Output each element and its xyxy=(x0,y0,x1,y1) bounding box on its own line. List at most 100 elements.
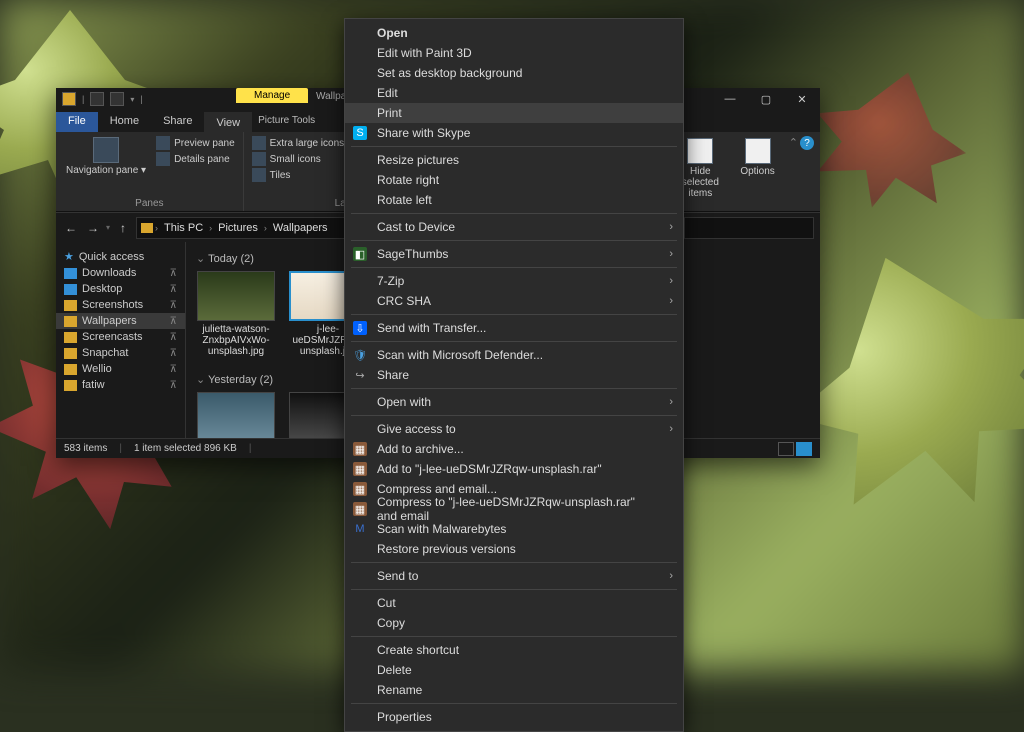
navigation-tree[interactable]: ★ Quick access Downloads⊼Desktop⊼Screens… xyxy=(56,242,186,438)
menu-item[interactable]: Rename xyxy=(345,680,683,700)
menu-item[interactable]: Open xyxy=(345,23,683,43)
label: Wallpapers xyxy=(82,315,137,327)
label: Navigation pane ▾ xyxy=(66,165,146,176)
menu-item-icon: ▦ xyxy=(353,482,367,496)
menu-item[interactable]: Edit xyxy=(345,83,683,103)
details-view-icon[interactable] xyxy=(778,442,794,456)
close-button[interactable]: ✕ xyxy=(784,88,820,110)
search-input[interactable] xyxy=(684,217,814,239)
menu-item[interactable]: Rotate right xyxy=(345,170,683,190)
chevron-right-icon[interactable]: › xyxy=(209,223,212,233)
menu-item-label: Open xyxy=(377,26,408,40)
large-icons-view-icon[interactable] xyxy=(796,442,812,456)
menu-item[interactable]: Open with› xyxy=(345,392,683,412)
options-button[interactable]: Options xyxy=(736,136,778,179)
menu-item-icon: ▦ xyxy=(353,502,367,516)
menu-item-icon: ▦ xyxy=(353,442,367,456)
menu-item[interactable]: 7-Zip› xyxy=(345,271,683,291)
menu-item[interactable]: ↪Share xyxy=(345,365,683,385)
menu-item[interactable]: Cast to Device› xyxy=(345,217,683,237)
file-thumbnail[interactable] xyxy=(196,392,276,438)
pin-icon[interactable]: ⊼ xyxy=(170,300,177,311)
tree-item[interactable]: Wellio ⊼ xyxy=(56,361,185,377)
menu-item[interactable]: ◧SageThumbs› xyxy=(345,244,683,264)
tree-item[interactable]: Screenshots⊼ xyxy=(56,297,185,313)
menu-item-label: Scan with Malwarebytes xyxy=(377,522,506,536)
menu-item[interactable]: Rotate left xyxy=(345,190,683,210)
menu-item-icon: S xyxy=(353,126,367,140)
pin-icon[interactable]: ⊼ xyxy=(170,284,177,295)
menu-item[interactable]: CRC SHA› xyxy=(345,291,683,311)
menu-item[interactable]: Delete xyxy=(345,660,683,680)
up-button[interactable]: ↑ xyxy=(114,219,132,237)
pin-icon[interactable]: ⊼ xyxy=(170,364,177,375)
menu-item[interactable]: MScan with Malwarebytes xyxy=(345,519,683,539)
pin-icon[interactable]: ⊼ xyxy=(170,380,177,391)
menu-item[interactable]: Edit with Paint 3D xyxy=(345,43,683,63)
menu-item[interactable]: 🛡Scan with Microsoft Defender... xyxy=(345,345,683,365)
menu-item[interactable]: ▦Add to "j-lee-ueDSMrJZRqw-unsplash.rar" xyxy=(345,459,683,479)
label: Wellio xyxy=(82,363,112,375)
pin-icon[interactable]: ⊼ xyxy=(170,268,177,279)
menu-separator xyxy=(351,636,677,637)
menu-item-label: Send to xyxy=(377,569,418,583)
file-thumbnail[interactable]: julietta-watson-ZnxbpAIVxWo-unsplash.jpg xyxy=(196,271,276,357)
qat-button[interactable] xyxy=(90,92,104,106)
tab-home[interactable]: Home xyxy=(98,112,151,132)
menu-item[interactable]: Print xyxy=(345,103,683,123)
menu-item[interactable]: ▦Add to archive... xyxy=(345,439,683,459)
manage-contextual-tab[interactable]: Manage xyxy=(236,88,308,103)
chevron-right-icon[interactable]: › xyxy=(264,223,267,233)
menu-item-label: Set as desktop background xyxy=(377,66,522,80)
pin-icon[interactable]: ⊼ xyxy=(170,332,177,343)
tree-item[interactable]: Snapchat⊼ xyxy=(56,345,185,361)
minimize-button[interactable]: — xyxy=(712,88,748,110)
menu-item[interactable]: Copy xyxy=(345,613,683,633)
menu-item[interactable]: Restore previous versions xyxy=(345,539,683,559)
tree-item[interactable]: fatiw⊼ xyxy=(56,377,185,393)
menu-item[interactable]: Give access to› xyxy=(345,419,683,439)
menu-item[interactable]: Create shortcut xyxy=(345,640,683,660)
qat-dropdown-icon[interactable]: ▾ xyxy=(130,95,134,104)
menu-item-label: SageThumbs xyxy=(377,247,448,261)
tree-quick-access[interactable]: ★ Quick access xyxy=(56,248,185,265)
history-dropdown-icon[interactable]: ▾ xyxy=(106,223,110,232)
tab-view[interactable]: View xyxy=(204,112,252,132)
qat-button[interactable] xyxy=(110,92,124,106)
tab-file[interactable]: File xyxy=(56,112,98,132)
menu-item[interactable]: ⇩Send with Transfer... xyxy=(345,318,683,338)
menu-item[interactable]: Resize pictures xyxy=(345,150,683,170)
menu-item[interactable]: Cut xyxy=(345,593,683,613)
menu-item-label: Cast to Device xyxy=(377,220,455,234)
maximize-button[interactable]: ▢ xyxy=(748,88,784,110)
crumb-wallpapers[interactable]: Wallpapers xyxy=(269,222,332,234)
pin-icon[interactable]: ⊼ xyxy=(170,316,177,327)
back-button[interactable]: ← xyxy=(62,219,80,237)
icons-icon xyxy=(252,136,266,150)
tree-item[interactable]: Downloads ⊼ xyxy=(56,265,185,281)
collapse-ribbon-icon[interactable]: ⌃ xyxy=(789,136,798,150)
menu-item[interactable]: Send to› xyxy=(345,566,683,586)
help-icon[interactable]: ? xyxy=(800,136,814,150)
crumb-this-pc[interactable]: This PC xyxy=(160,222,207,234)
navigation-pane-button[interactable]: Navigation pane ▾ xyxy=(62,135,150,198)
tree-item[interactable]: Wallpapers ⊼ xyxy=(56,313,185,329)
crumb-pictures[interactable]: Pictures xyxy=(214,222,262,234)
menu-item[interactable]: Set as desktop background xyxy=(345,63,683,83)
pin-icon[interactable]: ⊼ xyxy=(170,348,177,359)
forward-button[interactable]: → xyxy=(84,219,102,237)
menu-item[interactable]: SShare with Skype xyxy=(345,123,683,143)
chevron-right-icon[interactable]: › xyxy=(155,223,158,233)
details-pane-button[interactable]: Details pane xyxy=(154,151,237,167)
menu-separator xyxy=(351,589,677,590)
label: Downloads xyxy=(82,267,136,279)
menu-item-label: Print xyxy=(377,106,402,120)
tree-item[interactable]: Screencasts⊼ xyxy=(56,329,185,345)
tab-share[interactable]: Share xyxy=(151,112,204,132)
preview-pane-button[interactable]: Preview pane xyxy=(154,135,237,151)
menu-item[interactable]: ▦Compress to "j-lee-ueDSMrJZRqw-unsplash… xyxy=(345,499,683,519)
tab-picture-tools[interactable]: Picture Tools xyxy=(258,112,315,132)
menu-item[interactable]: Properties xyxy=(345,707,683,727)
tree-item[interactable]: Desktop⊼ xyxy=(56,281,185,297)
menu-item-label: Cut xyxy=(377,596,396,610)
